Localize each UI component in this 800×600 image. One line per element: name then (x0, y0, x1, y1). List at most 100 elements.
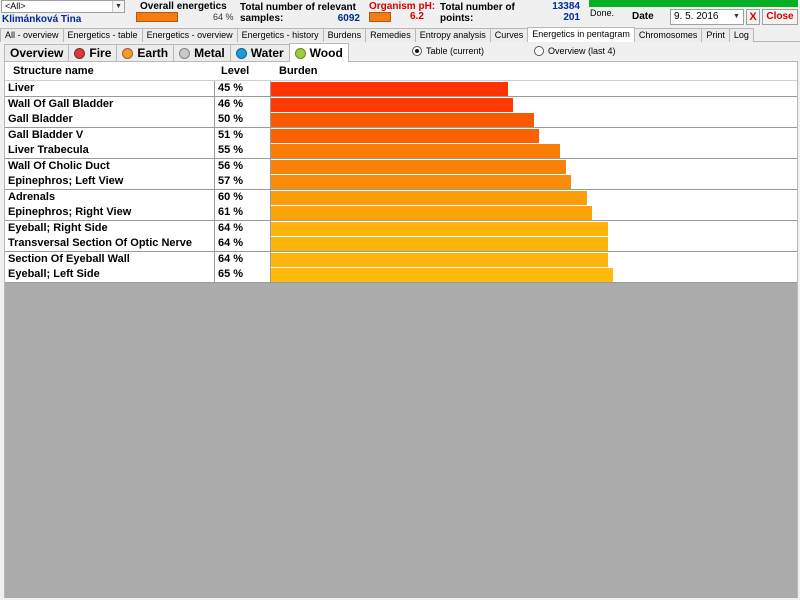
date-combo[interactable]: 9. 5. 2016 ▼ (670, 9, 744, 25)
level-cell: 65 % (215, 267, 271, 283)
element-tab-fire[interactable]: Fire (68, 44, 118, 62)
tab-energetics-overview[interactable]: Energetics - overview (141, 28, 238, 42)
level-cell: 64 % (215, 220, 271, 237)
relevant-samples-label-2: samples: (240, 13, 284, 24)
burden-cell (271, 112, 797, 128)
progress-bar (589, 0, 798, 7)
burden-bar (271, 144, 561, 158)
wood-dot-icon (294, 47, 306, 59)
element-tab-metal[interactable]: Metal (173, 44, 231, 62)
structure-name-cell: Liver (5, 81, 215, 97)
chevron-down-icon[interactable]: ▼ (112, 1, 124, 12)
total-points-label: Total number of (440, 2, 515, 13)
radio-overview[interactable] (534, 46, 544, 56)
table-row[interactable]: Transversal Section Of Optic Nerve 64 % (5, 236, 797, 252)
element-tab-label: Water (250, 46, 284, 60)
element-tab-water[interactable]: Water (229, 44, 290, 62)
structure-name-cell: Adrenals (5, 189, 215, 206)
radio-table[interactable] (412, 46, 422, 56)
burden-bar (271, 113, 534, 127)
table-row[interactable]: Gall Bladder 50 % (5, 112, 797, 128)
burden-cell (271, 221, 797, 237)
level-cell: 46 % (215, 96, 271, 113)
progress-bar-fill (589, 0, 798, 7)
element-tab-wood[interactable]: Wood (288, 43, 349, 62)
burden-cell (271, 128, 797, 144)
relevant-samples-value: 6092 (337, 13, 360, 24)
chevron-down-icon[interactable]: ▼ (730, 10, 743, 24)
view-option-overview[interactable]: Overview (last 4) (534, 46, 616, 56)
clear-date-button[interactable]: X (746, 9, 760, 25)
element-tab-strip: Overview Fire Earth Metal Water Wood (4, 43, 349, 62)
burden-bar (271, 252, 608, 267)
table-header: Structure name Level Burden (5, 62, 797, 81)
burden-bar (271, 190, 587, 205)
view-option-table[interactable]: Table (current) (412, 46, 484, 56)
table-row[interactable]: Eyeball; Right Side 64 % (5, 220, 797, 237)
element-tab-overview[interactable]: Overview (4, 44, 70, 62)
burden-cell (271, 159, 797, 175)
table-row[interactable]: Wall Of Gall Bladder 46 % (5, 96, 797, 113)
tab-print[interactable]: Print (701, 28, 730, 42)
total-points-label-2: points: (440, 13, 474, 24)
table-row[interactable]: Section Of Eyeball Wall 64 % (5, 251, 797, 268)
burden-cell (271, 190, 797, 206)
tab-energetics-table[interactable]: Energetics - table (62, 28, 143, 42)
level-cell: 50 % (215, 112, 271, 128)
structure-name-cell: Section Of Eyeball Wall (5, 251, 215, 268)
structure-name-cell: Transversal Section Of Optic Nerve (5, 236, 215, 252)
structure-name-cell: Eyeball; Left Side (5, 267, 215, 283)
earth-dot-icon (122, 48, 134, 59)
level-cell: 64 % (215, 236, 271, 252)
tab-curves[interactable]: Curves (489, 28, 529, 42)
organism-ph-indicator (369, 12, 391, 22)
burden-cell (271, 174, 797, 190)
level-cell: 56 % (215, 158, 271, 175)
tab-chromosomes[interactable]: Chromosomes (633, 28, 703, 42)
total-points-value-2: 201 (563, 12, 580, 23)
table-row[interactable]: Adrenals 60 % (5, 189, 797, 206)
table-row[interactable]: Wall Of Cholic Duct 56 % (5, 158, 797, 175)
tab-burdens[interactable]: Burdens (322, 28, 367, 42)
tab-energetics-in-pentagram[interactable]: Energetics in pentagram (527, 27, 635, 42)
table-row[interactable]: Epinephros; Right View 61 % (5, 205, 797, 221)
overall-energetics-indicator (136, 12, 178, 22)
tab-log[interactable]: Log (728, 28, 754, 42)
table-row[interactable]: Liver 45 % (5, 81, 797, 97)
close-button[interactable]: Close (762, 9, 798, 25)
patient-name: Klimánková Tina (2, 14, 82, 25)
table-row[interactable]: Epinephros; Left View 57 % (5, 174, 797, 190)
burden-bar (271, 159, 566, 174)
filter-combo[interactable]: <All> ▼ (1, 0, 125, 13)
level-cell: 55 % (215, 143, 271, 159)
column-header-burden[interactable]: Burden (276, 62, 376, 81)
level-cell: 51 % (215, 127, 271, 144)
table-row[interactable]: Liver Trabecula 55 % (5, 143, 797, 159)
organism-ph-value: 6.2 (410, 11, 424, 22)
tab-entropy-analysis[interactable]: Entropy analysis (414, 28, 491, 42)
table-row[interactable]: Eyeball; Left Side 65 % (5, 267, 797, 283)
structure-name-cell: Wall Of Gall Bladder (5, 96, 215, 113)
tab-remedies[interactable]: Remedies (365, 28, 416, 42)
column-header-structure-name[interactable]: Structure name (10, 62, 210, 81)
level-cell: 45 % (215, 81, 271, 97)
metal-dot-icon (179, 48, 191, 59)
burden-bar (271, 268, 613, 282)
view-option-table-label: Table (current) (426, 46, 485, 56)
element-tab-earth[interactable]: Earth (116, 44, 175, 62)
burden-cell (271, 252, 797, 268)
overall-energetics-label: Overall energetics (140, 1, 227, 12)
burden-bar (271, 237, 608, 251)
tab-energetics-history[interactable]: Energetics - history (236, 28, 324, 42)
level-cell: 57 % (215, 174, 271, 190)
tab-all-overview[interactable]: All - overview (0, 28, 64, 42)
element-tab-label: Wood (309, 45, 343, 60)
column-header-level[interactable]: Level (218, 62, 274, 81)
structure-name-cell: Wall Of Cholic Duct (5, 158, 215, 175)
element-tab-label: Earth (137, 46, 169, 60)
total-points-value: 13384 (552, 1, 580, 12)
burden-bar (271, 206, 592, 220)
table-row[interactable]: Gall Bladder V 51 % (5, 127, 797, 144)
element-tab-label: Metal (194, 46, 225, 60)
status-text: Done. (590, 8, 615, 18)
